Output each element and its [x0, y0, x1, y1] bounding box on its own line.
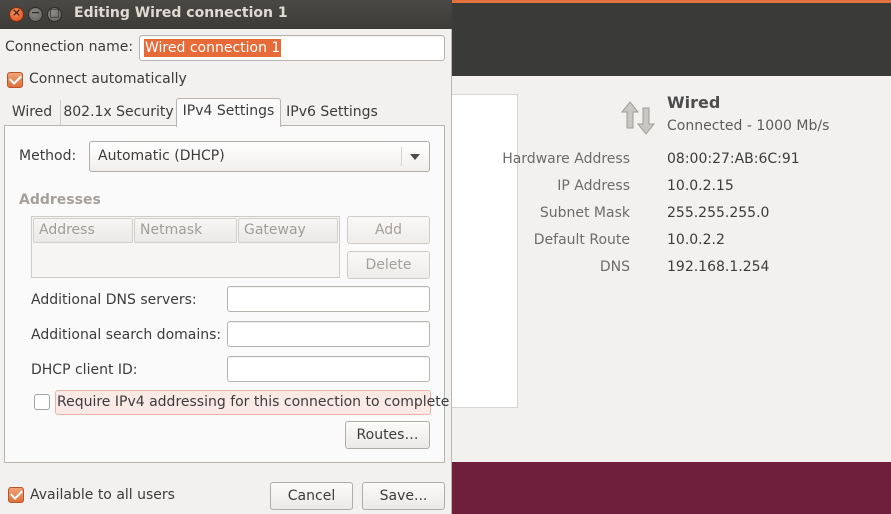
info-row-hardware-address: Hardware Address 08:00:27:AB:6C:91	[500, 151, 860, 171]
device-status: Connected - 1000 Mb/s	[667, 118, 830, 134]
close-window-button[interactable]: ×	[9, 6, 24, 22]
close-icon: ×	[11, 6, 22, 19]
info-row-subnet-mask: Subnet Mask 255.255.255.0	[500, 205, 860, 225]
dns-servers-label: Additional DNS servers:	[31, 292, 197, 308]
minimize-window-button[interactable]: −	[28, 6, 43, 22]
info-row-default-route: Default Route 10.0.2.2	[500, 232, 860, 252]
info-value: 10.0.2.2	[667, 232, 725, 248]
column-header-gateway[interactable]: Gateway	[238, 218, 338, 243]
tab-ipv6-settings[interactable]: IPv6 Settings	[281, 100, 383, 126]
routes-button[interactable]: Routes…	[345, 421, 430, 449]
combo-separator	[401, 147, 402, 166]
info-key: Hardware Address	[502, 151, 630, 167]
info-value: 08:00:27:AB:6C:91	[667, 151, 800, 167]
require-ipv4-checkbox[interactable]	[34, 394, 50, 410]
tab-wired[interactable]: Wired	[4, 100, 61, 126]
info-row-dns: DNS 192.168.1.254	[500, 259, 860, 279]
info-value: 10.0.2.15	[667, 178, 734, 194]
dhcp-client-id-label: DHCP client ID:	[31, 362, 138, 378]
info-value: 192.168.1.254	[667, 259, 770, 275]
column-header-address[interactable]: Address	[33, 218, 133, 243]
info-key: Subnet Mask	[539, 205, 630, 221]
save-button[interactable]: Save...	[362, 482, 445, 510]
connection-name-label: Connection name:	[5, 39, 134, 55]
addresses-table[interactable]: Address Netmask Gateway	[31, 216, 340, 278]
connect-automatically-label[interactable]: Connect automatically	[29, 71, 187, 87]
dialog-title: Editing Wired connection 1	[74, 5, 288, 21]
search-domains-input[interactable]	[227, 321, 430, 347]
connection-name-input[interactable]: Wired connection 1	[139, 35, 445, 61]
delete-address-button[interactable]: Delete	[347, 251, 430, 279]
info-key: DNS	[599, 259, 630, 275]
device-title: Wired	[667, 93, 721, 112]
dialog-titlebar[interactable]: × − □ Editing Wired connection 1	[0, 0, 452, 29]
available-to-all-users-checkbox[interactable]	[8, 487, 24, 503]
method-value: Automatic (DHCP)	[98, 148, 225, 164]
require-ipv4-label: Require IPv4 addressing for this connect…	[57, 394, 450, 410]
tab-8021x-security[interactable]: 802.1x Security	[61, 100, 176, 126]
addresses-section-title: Addresses	[19, 192, 101, 208]
network-wired-icon	[620, 101, 656, 135]
info-value: 255.255.255.0	[667, 205, 770, 221]
edit-connection-dialog: × − □ Editing Wired connection 1 Connect…	[0, 0, 452, 514]
method-select[interactable]: Automatic (DHCP)	[89, 141, 430, 172]
add-address-button[interactable]: Add	[347, 216, 430, 244]
info-key: Default Route	[533, 232, 630, 248]
tab-ipv4-settings[interactable]: IPv4 Settings	[176, 98, 281, 127]
method-label: Method:	[19, 148, 77, 164]
column-header-netmask[interactable]: Netmask	[134, 218, 237, 243]
require-ipv4-label-box[interactable]: Require IPv4 addressing for this connect…	[55, 390, 449, 415]
connect-automatically-checkbox[interactable]	[7, 72, 23, 88]
maximize-window-button[interactable]: □	[47, 6, 62, 22]
available-to-all-users-label[interactable]: Available to all users	[30, 487, 175, 503]
minimize-icon: −	[30, 6, 41, 19]
info-row-ip-address: IP Address 10.0.2.15	[500, 178, 860, 198]
info-key: IP Address	[557, 178, 630, 194]
dns-servers-input[interactable]	[227, 286, 430, 312]
connection-name-value: Wired connection 1	[144, 39, 282, 57]
cancel-button[interactable]: Cancel	[270, 482, 353, 510]
dhcp-client-id-input[interactable]	[227, 356, 430, 382]
maximize-icon: □	[49, 6, 60, 19]
device-list-toolbar	[452, 407, 518, 442]
chevron-down-icon	[410, 154, 420, 160]
search-domains-label: Additional search domains:	[31, 327, 222, 343]
